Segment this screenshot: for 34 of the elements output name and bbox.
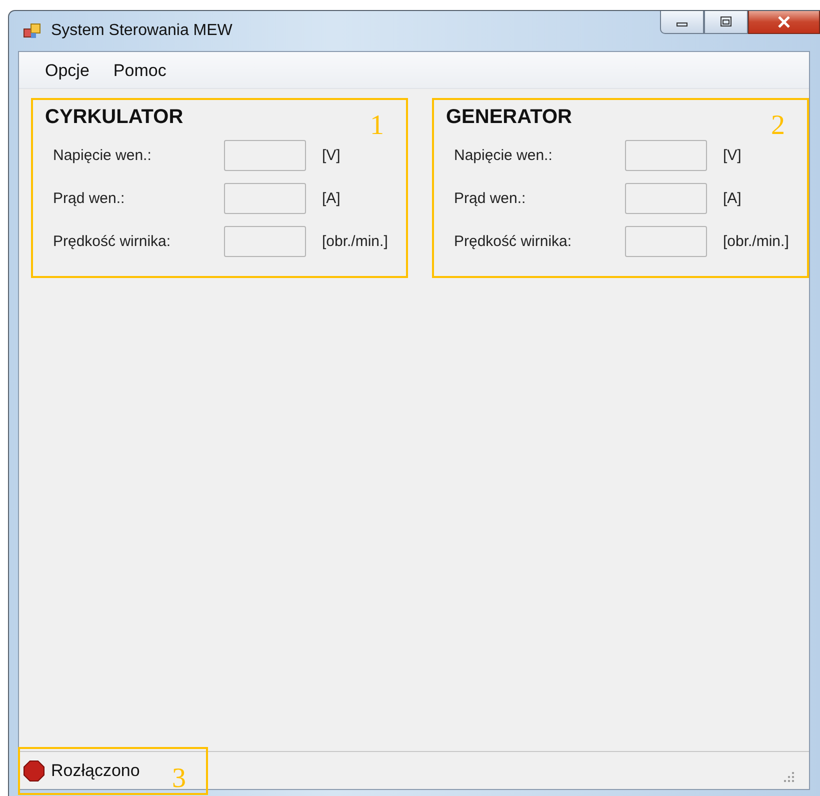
- unit-label: [V]: [322, 147, 342, 164]
- callout-number: 2: [771, 112, 785, 140]
- input-field[interactable]: [224, 226, 306, 257]
- section-title: CYRKULATOR: [45, 106, 184, 129]
- field-label: Prędkość wirnika:: [454, 233, 573, 250]
- maximize-icon: [719, 16, 733, 28]
- status-text: Rozłączono: [51, 760, 140, 780]
- unit-label: [A]: [322, 190, 342, 207]
- callout-number: 3: [172, 765, 186, 793]
- window-title: System Sterowania MEW: [51, 22, 232, 40]
- menu-item[interactable]: Opcje: [35, 58, 100, 88]
- input-field[interactable]: [224, 183, 306, 214]
- section-title: GENERATOR: [446, 106, 572, 129]
- unit-label: [A]: [723, 190, 742, 207]
- input-field[interactable]: [625, 183, 707, 214]
- callout-number: 1: [370, 112, 384, 140]
- input-field[interactable]: [224, 140, 306, 171]
- minimize-button[interactable]: [660, 11, 704, 34]
- unit-label: [obr./min.]: [322, 233, 389, 250]
- field-label: Prędkość wirnika:: [53, 233, 172, 250]
- close-icon: [776, 15, 792, 29]
- menu-item[interactable]: Pomoc: [103, 58, 176, 88]
- close-button[interactable]: [748, 11, 820, 34]
- input-field[interactable]: [625, 140, 707, 171]
- field-label: Prąd wen.:: [53, 190, 126, 207]
- field-label: Napięcie wen.:: [53, 147, 152, 164]
- app-icon: [23, 22, 41, 40]
- unit-label: [V]: [723, 147, 742, 164]
- field-label: Prąd wen.:: [454, 190, 527, 207]
- resize-grip-icon[interactable]: [783, 771, 795, 783]
- maximize-button[interactable]: [704, 11, 748, 34]
- unit-label: [obr./min.]: [723, 233, 790, 250]
- input-field[interactable]: [625, 226, 707, 257]
- field-label: Napięcie wen.:: [454, 147, 554, 164]
